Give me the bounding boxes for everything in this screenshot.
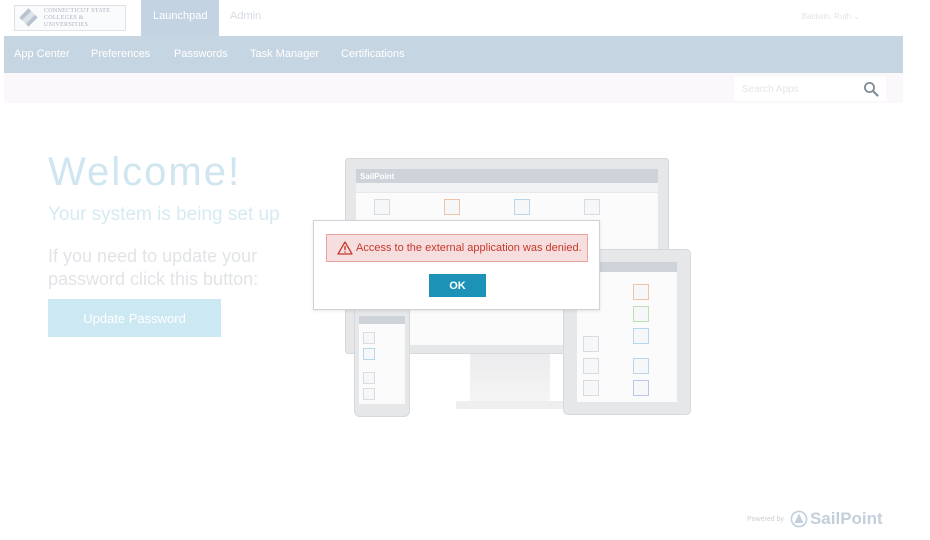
error-alert: Access to the external application was d… xyxy=(326,234,588,262)
warning-icon xyxy=(337,241,353,255)
nav-item-task-manager[interactable]: Task Manager xyxy=(250,36,319,73)
search-icon xyxy=(864,82,879,97)
logo-line-2: COLLEGES & UNIVERSITIES xyxy=(43,14,89,28)
ok-button[interactable]: OK xyxy=(429,274,486,297)
main-nav: App Center Preferences Passwords Task Ma… xyxy=(4,36,903,73)
welcome-info-text: If you need to update your password clic… xyxy=(48,246,259,289)
powered-by-sailpoint: Powered by SailPoint xyxy=(747,509,883,529)
logo-line-1: CONNECTICUT STATE xyxy=(43,7,111,14)
tab-launchpad[interactable]: Launchpad xyxy=(141,0,220,36)
welcome-title: Welcome! xyxy=(48,150,242,194)
logo-mark-icon xyxy=(19,8,38,28)
nav-item-app-center[interactable]: App Center xyxy=(14,36,70,73)
access-denied-dialog: Access to the external application was d… xyxy=(313,220,600,310)
nav-item-certifications[interactable]: Certifications xyxy=(341,36,405,73)
monitor-stand-base xyxy=(456,401,564,409)
error-message: Access to the external application was d… xyxy=(356,242,582,254)
update-password-button[interactable]: Update Password xyxy=(48,299,221,337)
nav-item-preferences[interactable]: Preferences xyxy=(91,36,150,73)
illustration-brand: SailPoint xyxy=(360,172,395,181)
chevron-down-icon: ⌄ xyxy=(853,12,860,21)
tab-admin[interactable]: Admin xyxy=(218,0,273,36)
user-name: Baldwin, Ruth xyxy=(801,12,852,21)
logo-text: CONNECTICUT STATE COLLEGES & UNIVERSITIE… xyxy=(44,8,125,29)
phone-illustration xyxy=(354,305,410,417)
launchpad-page: CONNECTICUT STATE COLLEGES & UNIVERSITIE… xyxy=(0,0,930,540)
institution-logo[interactable]: CONNECTICUT STATE COLLEGES & UNIVERSITIE… xyxy=(14,5,126,31)
search-input[interactable] xyxy=(734,77,856,101)
powered-by-label: Powered by xyxy=(747,515,784,523)
search-button[interactable] xyxy=(856,77,886,101)
sailpoint-logo-icon xyxy=(790,510,808,528)
welcome-subtitle: Your system is being set up xyxy=(48,204,280,225)
monitor-stand xyxy=(470,354,550,402)
sailpoint-brand: SailPoint xyxy=(809,509,883,528)
user-menu[interactable]: Baldwin, Ruth ⌄ xyxy=(802,12,860,21)
phone-screen xyxy=(359,316,405,404)
nav-item-passwords[interactable]: Passwords xyxy=(174,36,228,73)
top-bar: CONNECTICUT STATE COLLEGES & UNIVERSITIE… xyxy=(0,0,904,36)
